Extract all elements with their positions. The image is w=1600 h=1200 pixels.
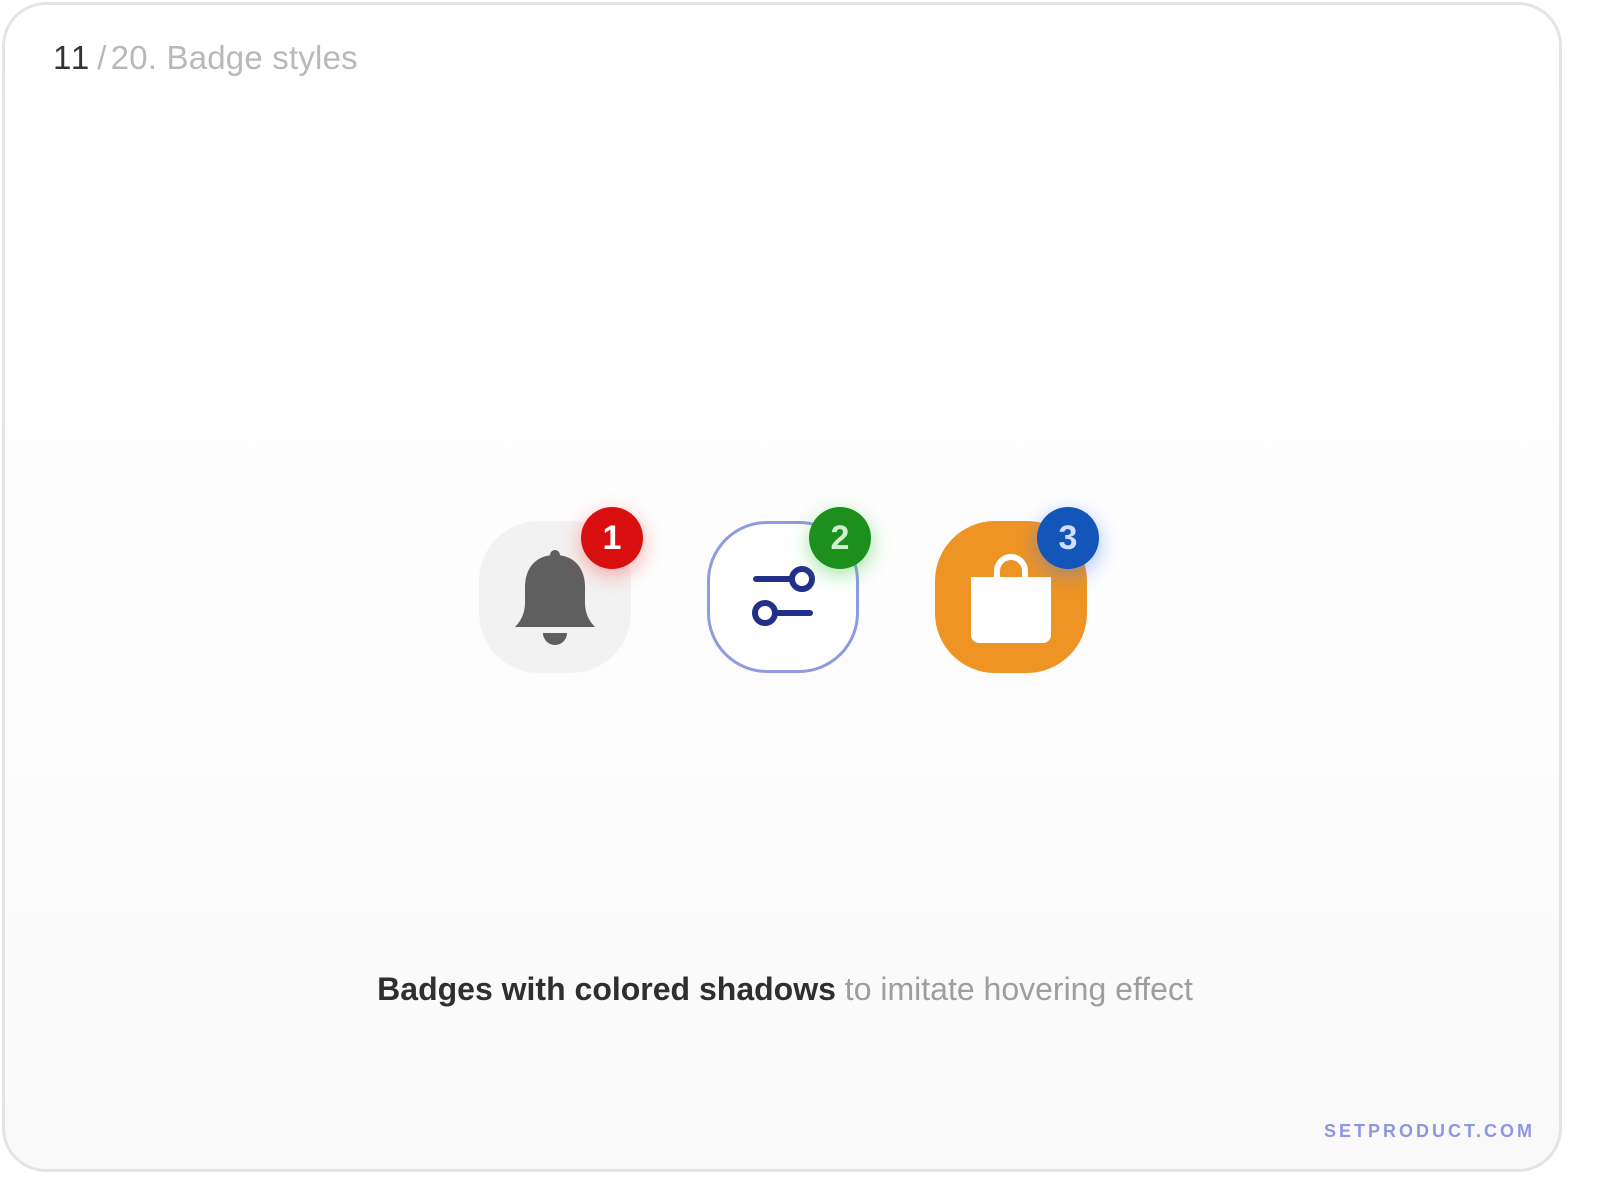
notification-count-badge: 1 [581, 507, 643, 569]
slide-caption: Badges with colored shadows to imitate h… [5, 971, 1559, 1008]
slide-counter-separator: / [97, 39, 107, 76]
slide-title: 20. Badge styles [110, 39, 358, 76]
brand-link[interactable]: SETPRODUCT.COM [1324, 1121, 1535, 1142]
cart-count-badge: 3 [1037, 507, 1099, 569]
caption-muted: to imitate hovering effect [835, 971, 1193, 1007]
slide-counter: 11/20. Badge styles [53, 39, 358, 77]
slide-current-number: 11 [53, 39, 92, 76]
slide-frame: 11/20. Badge styles 1 2 3 Badges with co… [2, 2, 1562, 1172]
filters-count-badge: 2 [809, 507, 871, 569]
caption-strong: Badges with colored shadows [377, 971, 836, 1007]
